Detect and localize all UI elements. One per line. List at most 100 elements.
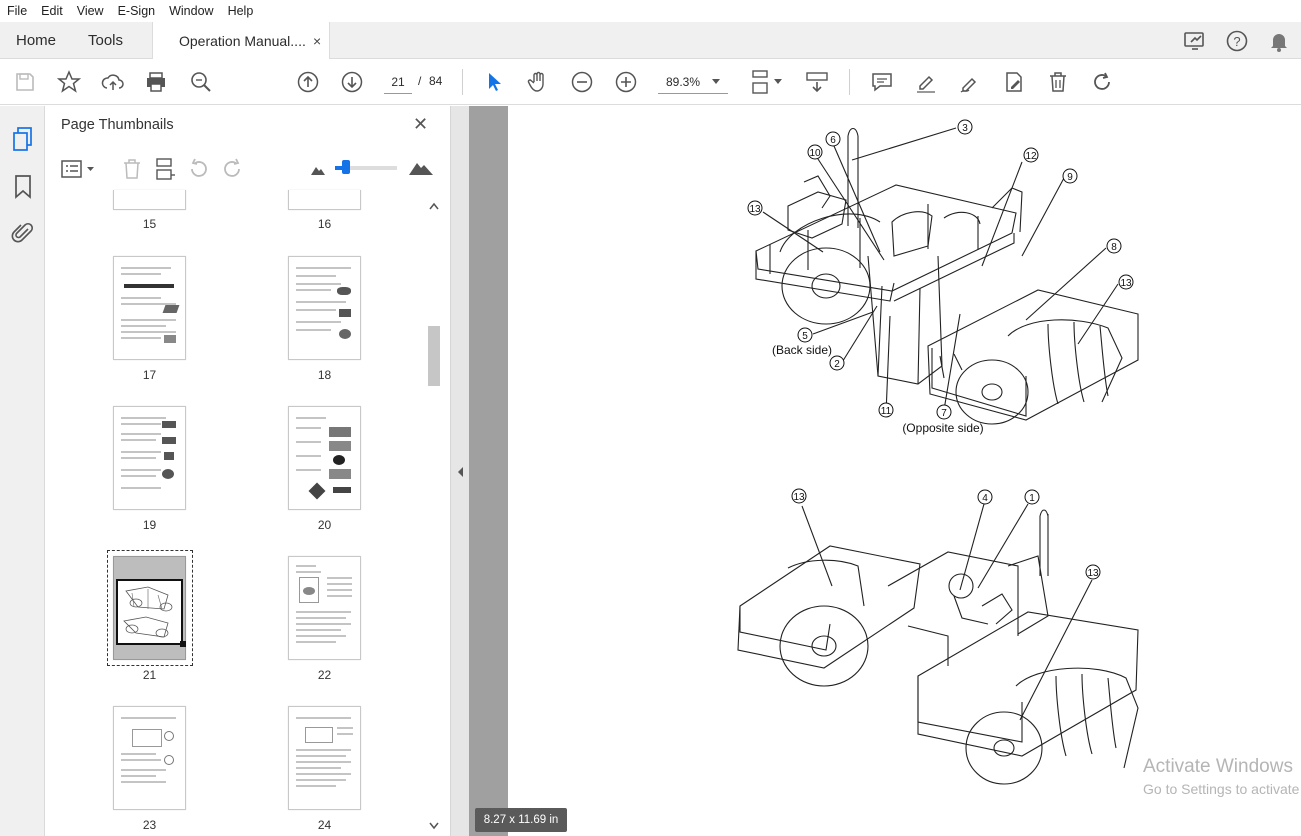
tab-tools[interactable]: Tools — [88, 22, 123, 59]
document-tab-title: Operation Manual.... — [179, 33, 306, 49]
bookmark-star-icon[interactable] — [56, 69, 82, 95]
thumbnail-size-slider[interactable] — [335, 160, 397, 174]
thumbnail-page-20[interactable] — [288, 406, 361, 510]
tab-home[interactable]: Home — [16, 22, 56, 59]
thumbnail-label: 20 — [317, 518, 332, 532]
bookmarks-icon[interactable] — [13, 174, 33, 200]
select-cursor-icon[interactable] — [481, 69, 507, 95]
left-rail — [0, 106, 45, 836]
save-icon[interactable] — [12, 69, 38, 95]
toolbar: 21 / 84 89.3% — [0, 59, 1301, 105]
small-thumbnail-icon[interactable] — [311, 164, 325, 176]
attachments-paperclip-icon[interactable] — [11, 220, 35, 246]
thumbnail-label: 22 — [317, 668, 332, 682]
svg-text:7: 7 — [941, 408, 947, 419]
panel-splitter[interactable] — [450, 106, 469, 836]
page-display-icon[interactable] — [750, 69, 784, 95]
menu-view[interactable]: View — [70, 4, 111, 18]
large-thumbnail-icon[interactable] — [409, 160, 433, 176]
delete-pages-icon[interactable] — [121, 158, 143, 180]
delete-trash-icon[interactable] — [1045, 69, 1071, 95]
activation-watermark-subtitle: Go to Settings to activate Windows. — [1143, 781, 1301, 797]
svg-text:6: 6 — [830, 135, 836, 146]
collapse-panel-arrow-icon[interactable] — [456, 466, 464, 478]
thumbnail-scrollbar[interactable] — [426, 198, 442, 834]
menu-file[interactable]: File — [0, 4, 34, 18]
thumbnail-page-23[interactable] — [113, 706, 186, 810]
next-page-icon[interactable] — [339, 69, 365, 95]
share-screen-icon[interactable] — [1183, 29, 1207, 53]
print-icon[interactable] — [143, 69, 169, 95]
thumbnails-panel: Page Thumbnails ✕ 15 16 17 18 19 20 21 2… — [45, 106, 450, 836]
toolbar-divider — [462, 69, 463, 95]
document-view[interactable]: 3 6 10 12 9 13 8 13 5 (Back side) 2 11 7… — [469, 106, 1301, 836]
menu-window[interactable]: Window — [162, 4, 220, 18]
svg-text:5: 5 — [802, 331, 808, 342]
comment-icon[interactable] — [869, 69, 895, 95]
edit-document-icon[interactable] — [1001, 69, 1027, 95]
zoom-level-value: 89.3% — [666, 75, 701, 89]
thumbnail-page-22[interactable] — [288, 556, 361, 660]
svg-text:13: 13 — [749, 204, 761, 215]
page-total: 84 — [429, 74, 443, 88]
roller-diagram: 3 6 10 12 9 13 8 13 5 (Back side) 2 11 7… — [737, 119, 1139, 785]
thumbnail-page-16[interactable] — [288, 190, 361, 210]
rotate-right-icon[interactable] — [221, 158, 243, 180]
thumbnail-page-17[interactable] — [113, 256, 186, 360]
panel-title: Page Thumbnails — [61, 117, 174, 133]
zoom-level-select[interactable]: 89.3% — [658, 70, 728, 94]
thumbnail-page-18[interactable] — [288, 256, 361, 360]
rotate-redo-icon[interactable] — [1089, 69, 1115, 95]
thumbnail-label: 15 — [142, 217, 157, 231]
close-panel-button[interactable]: ✕ — [413, 114, 428, 135]
svg-text:2: 2 — [834, 359, 840, 370]
help-icon[interactable]: ? — [1225, 29, 1249, 53]
previous-page-icon[interactable] — [295, 69, 321, 95]
svg-text:3: 3 — [962, 123, 968, 134]
close-tab-button[interactable]: × — [313, 22, 321, 60]
thumbnail-page-21[interactable] — [113, 556, 186, 660]
tab-document[interactable]: Operation Manual.... × — [152, 22, 330, 60]
svg-text:8: 8 — [1111, 242, 1117, 253]
insert-pages-icon[interactable] — [154, 158, 176, 180]
menu-esign[interactable]: E-Sign — [111, 4, 163, 18]
page-number-input[interactable]: 21 — [384, 70, 412, 94]
thumbnail-label: 16 — [317, 217, 332, 231]
draw-sign-icon[interactable] — [957, 69, 983, 95]
thumbnail-label: 24 — [317, 818, 332, 832]
activation-watermark-title: Activate Windows — [1143, 756, 1293, 777]
thumbnail-options-menu[interactable] — [61, 159, 97, 181]
thumbnail-page-24[interactable] — [288, 706, 361, 810]
page-thumbnails-icon[interactable] — [11, 126, 35, 152]
zoom-out-icon[interactable] — [569, 69, 595, 95]
svg-text:12: 12 — [1025, 151, 1037, 162]
thumbnail-label: 21 — [142, 668, 157, 682]
thumbnail-label: 19 — [142, 518, 157, 532]
svg-text:13: 13 — [1087, 568, 1099, 579]
menu-help[interactable]: Help — [221, 4, 261, 18]
highlight-pen-icon[interactable] — [913, 69, 939, 95]
scroll-mode-icon[interactable] — [804, 69, 830, 95]
scroll-up-arrow-icon[interactable] — [429, 202, 439, 210]
upload-cloud-icon[interactable] — [100, 69, 126, 95]
thumbnail-label: 17 — [142, 368, 157, 382]
thumbnail-label: 23 — [142, 818, 157, 832]
hand-tool-icon[interactable] — [525, 69, 551, 95]
thumbnail-page-15[interactable] — [113, 190, 186, 210]
opposite-side-label: (Opposite side) — [902, 421, 983, 435]
chevron-down-icon — [712, 79, 720, 84]
thumbnail-page-19[interactable] — [113, 406, 186, 510]
notification-bell-icon[interactable] — [1267, 29, 1291, 53]
menu-edit[interactable]: Edit — [34, 4, 70, 18]
svg-text:?: ? — [1233, 34, 1240, 49]
scrollbar-thumb[interactable] — [428, 326, 440, 386]
svg-text:9: 9 — [1067, 172, 1073, 183]
thumbnail-label: 18 — [317, 368, 332, 382]
zoom-search-icon[interactable] — [188, 69, 214, 95]
scroll-down-arrow-icon[interactable] — [429, 822, 439, 830]
rotate-left-icon[interactable] — [188, 158, 210, 180]
svg-text:13: 13 — [793, 492, 805, 503]
slider-handle[interactable] — [342, 160, 350, 174]
zoom-in-icon[interactable] — [613, 69, 639, 95]
page-separator: / — [418, 74, 422, 88]
